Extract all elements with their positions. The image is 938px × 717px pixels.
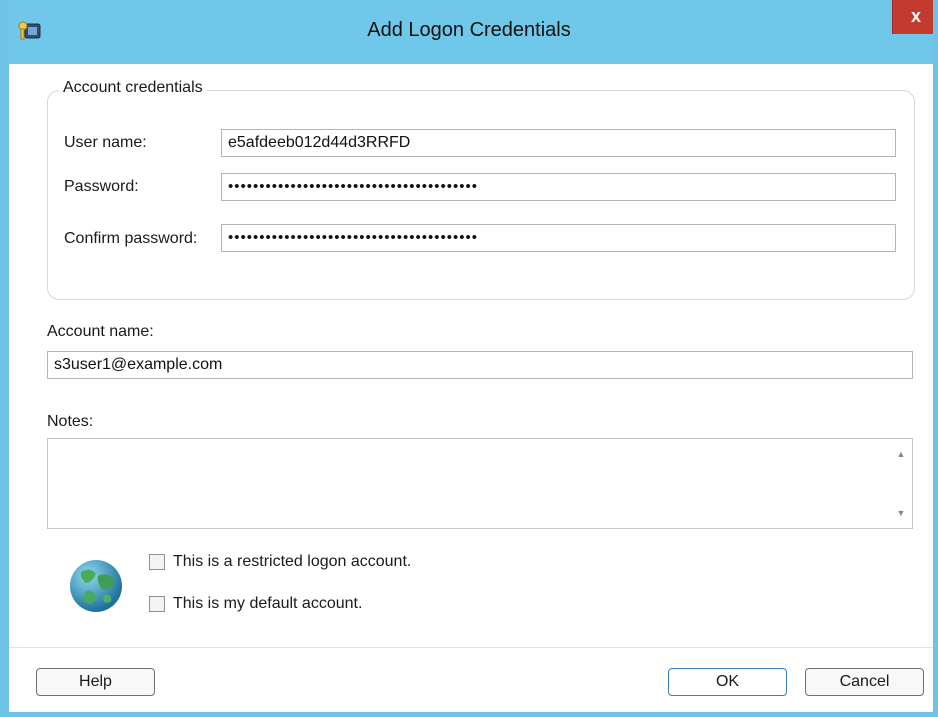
globe-icon (70, 560, 122, 612)
restricted-account-option[interactable]: This is a restricted logon account. (149, 552, 411, 572)
title-bar[interactable]: Add Logon Credentials x (0, 0, 938, 64)
notes-textarea[interactable]: ▲ ▼ (47, 438, 913, 529)
scroll-up-icon[interactable]: ▲ (896, 449, 906, 459)
help-button[interactable]: Help (36, 668, 155, 696)
restricted-account-checkbox[interactable] (149, 554, 165, 570)
scroll-down-icon[interactable]: ▼ (896, 508, 906, 518)
notes-label: Notes: (47, 413, 94, 430)
password-field[interactable]: •••••••••••••••••••••••••••••••••••••••• (221, 173, 896, 201)
ok-button[interactable]: OK (668, 668, 787, 696)
account-name-label: Account name: (47, 323, 154, 340)
username-field[interactable]: e5afdeeb012d44d3RRFD (221, 129, 896, 157)
window-frame-left (0, 0, 9, 717)
window-frame-right (933, 0, 938, 717)
confirm-password-label: Confirm password: (64, 230, 198, 247)
default-account-checkbox[interactable] (149, 596, 165, 612)
confirm-password-field[interactable]: •••••••••••••••••••••••••••••••••••••••• (221, 224, 896, 252)
password-label: Password: (64, 178, 139, 195)
restricted-account-label: This is a restricted logon account. (173, 553, 412, 570)
close-button[interactable]: x (892, 0, 938, 34)
dialog-window: Add Logon Credentials x Account credenti… (0, 0, 938, 717)
default-account-label: This is my default account. (173, 595, 363, 612)
account-credentials-legend: Account credentials (59, 79, 207, 97)
account-name-field[interactable]: s3user1@example.com (47, 351, 913, 379)
username-label: User name: (64, 134, 147, 151)
cancel-button[interactable]: Cancel (805, 668, 924, 696)
window-title: Add Logon Credentials (367, 19, 571, 41)
default-account-option[interactable]: This is my default account. (149, 594, 362, 614)
